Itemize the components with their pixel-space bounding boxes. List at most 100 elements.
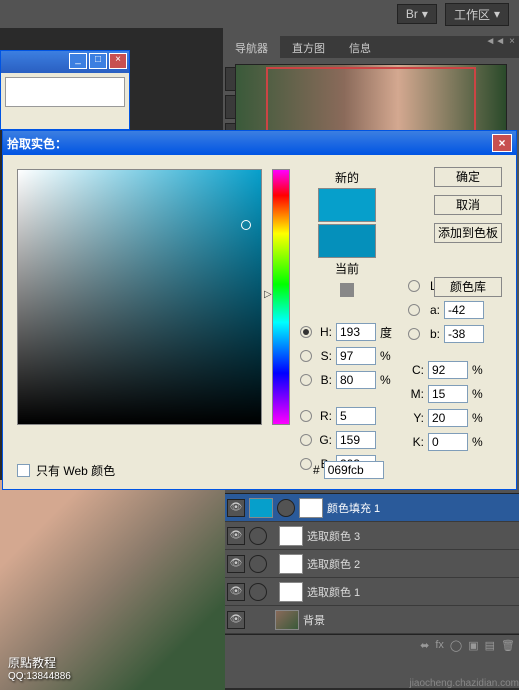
mask-thumb	[279, 582, 303, 602]
s-input[interactable]	[336, 347, 376, 365]
h-input[interactable]	[336, 323, 376, 341]
tab-navigator[interactable]: 导航器	[223, 36, 280, 58]
layer-row[interactable]: 👁 选取颜色 3	[223, 522, 519, 550]
color-lib-button[interactable]: 颜色库	[434, 277, 502, 297]
radio-s[interactable]	[300, 350, 312, 362]
panel-controls: ◄◄ ×	[485, 36, 515, 47]
hex-input[interactable]	[324, 461, 384, 479]
layer-thumb	[275, 610, 299, 630]
m-input[interactable]	[428, 385, 468, 403]
visibility-icon[interactable]: 👁	[227, 555, 245, 573]
b-input[interactable]	[336, 371, 376, 389]
hex-field: #	[313, 461, 384, 479]
layers-panel: 👁 颜色填充 1 👁 选取颜色 3 👁 选取颜色 2 👁 选取颜色 1	[223, 493, 519, 688]
trash-icon[interactable]: 🗑	[501, 639, 515, 652]
ok-button[interactable]: 确定	[434, 167, 502, 187]
dialog-buttons: 确定 取消 添加到色板 颜色库	[434, 167, 502, 297]
k-field: K:%	[408, 433, 502, 451]
ruler-window: _ □ ×	[0, 50, 130, 130]
add-swatch-button[interactable]: 添加到色板	[434, 223, 502, 243]
y-field: Y:%	[408, 409, 502, 427]
visibility-icon[interactable]: 👁	[227, 583, 245, 601]
tab-info[interactable]: 信息	[337, 36, 383, 58]
visibility-icon[interactable]: 👁	[227, 499, 245, 517]
folder-icon[interactable]: ▣	[468, 639, 478, 652]
dialog-title: 拾取实色：	[7, 135, 67, 152]
app-toolbar: Br▾ 工作区 ▾	[0, 0, 519, 28]
y-input[interactable]	[428, 409, 468, 427]
new-color-swatch	[318, 188, 376, 222]
radio-a[interactable]	[408, 304, 420, 316]
c-input[interactable]	[428, 361, 468, 379]
radio-b[interactable]	[300, 374, 312, 386]
adjustment-icon	[249, 583, 267, 601]
mask-icon[interactable]: ◯	[450, 639, 462, 652]
layer-row[interactable]: 👁 选取颜色 2	[223, 550, 519, 578]
web-colors-checkbox[interactable]: 只有 Web 颜色	[17, 462, 115, 479]
r-field: R:	[300, 407, 394, 425]
dialog-titlebar[interactable]: 拾取实色： ×	[3, 131, 516, 155]
document-canvas: 原點教程 QQ:13844886	[0, 480, 225, 690]
saturation-value-field[interactable]	[17, 169, 262, 425]
checkbox-icon[interactable]	[17, 464, 30, 477]
radio-g[interactable]	[300, 434, 312, 446]
layer-row[interactable]: 👁 背景	[223, 606, 519, 634]
c-field: C:%	[408, 361, 502, 379]
a-field: a:	[408, 301, 502, 319]
gamut-warning-icon[interactable]	[340, 283, 354, 297]
minimize-icon[interactable]: _	[69, 53, 87, 69]
bridge-button[interactable]: Br▾	[397, 4, 437, 24]
current-color-swatch[interactable]	[318, 224, 376, 258]
radio-lab-b[interactable]	[408, 328, 420, 340]
layer-name: 选取颜色 1	[307, 584, 360, 600]
maximize-icon[interactable]: □	[89, 53, 107, 69]
sv-marker[interactable]	[241, 220, 251, 230]
hue-slider[interactable]	[272, 169, 290, 425]
layer-name: 背景	[303, 612, 325, 628]
workspace-button[interactable]: 工作区 ▾	[445, 3, 509, 26]
close-panel-icon[interactable]: ×	[509, 36, 515, 47]
h-field: H:度	[300, 323, 394, 341]
lab-b-input[interactable]	[444, 325, 484, 343]
color-preview: 新的 当前 H:度 S:% B:% R: G: B:	[300, 169, 394, 473]
radio-l[interactable]	[408, 280, 420, 292]
color-picker-dialog: 拾取实色： × ▷ 新的 当前 H:度 S:% B:% R: G: B:	[2, 130, 517, 490]
b-field: B:%	[300, 371, 394, 389]
mask-thumb	[279, 526, 303, 546]
collapse-icon[interactable]: ◄◄	[485, 36, 505, 47]
layers-bottom-bar: ⬌ fx ◯ ▣ ▤ 🗑	[223, 634, 519, 656]
close-icon[interactable]: ×	[492, 134, 512, 152]
adjustment-icon	[249, 555, 267, 573]
layer-row[interactable]: 👁 选取颜色 1	[223, 578, 519, 606]
layer-name: 选取颜色 2	[307, 556, 360, 572]
mask-thumb	[279, 554, 303, 574]
ruler-titlebar[interactable]: _ □ ×	[1, 51, 129, 73]
radio-h[interactable]	[300, 326, 312, 338]
footer-url: jiaocheng.chazidian.com	[409, 678, 519, 689]
adjustment-icon	[277, 499, 295, 517]
close-icon[interactable]: ×	[109, 53, 127, 69]
layer-name: 选取颜色 3	[307, 528, 360, 544]
radio-r[interactable]	[300, 410, 312, 422]
new-layer-icon[interactable]: ▤	[485, 639, 495, 652]
g-input[interactable]	[336, 431, 376, 449]
tab-histogram[interactable]: 直方图	[280, 36, 337, 58]
fx-icon[interactable]: fx	[435, 639, 444, 652]
cancel-button[interactable]: 取消	[434, 195, 502, 215]
current-label: 当前	[335, 260, 359, 277]
lab-b-field: b:	[408, 325, 502, 343]
k-input[interactable]	[428, 433, 468, 451]
layer-row[interactable]: 👁 颜色填充 1	[223, 494, 519, 522]
visibility-icon[interactable]: 👁	[227, 611, 245, 629]
m-field: M:%	[408, 385, 502, 403]
mask-thumb	[299, 498, 323, 518]
radio-bl[interactable]	[300, 458, 312, 470]
link-icon[interactable]: ⬌	[420, 639, 429, 652]
a-input[interactable]	[444, 301, 484, 319]
hue-arrow-icon: ▷	[264, 289, 272, 300]
r-input[interactable]	[336, 407, 376, 425]
layer-thumb	[249, 498, 273, 518]
visibility-icon[interactable]: 👁	[227, 527, 245, 545]
watermark: 原點教程 QQ:13844886	[8, 654, 71, 682]
panel-tabs: 导航器 直方图 信息	[223, 36, 519, 58]
